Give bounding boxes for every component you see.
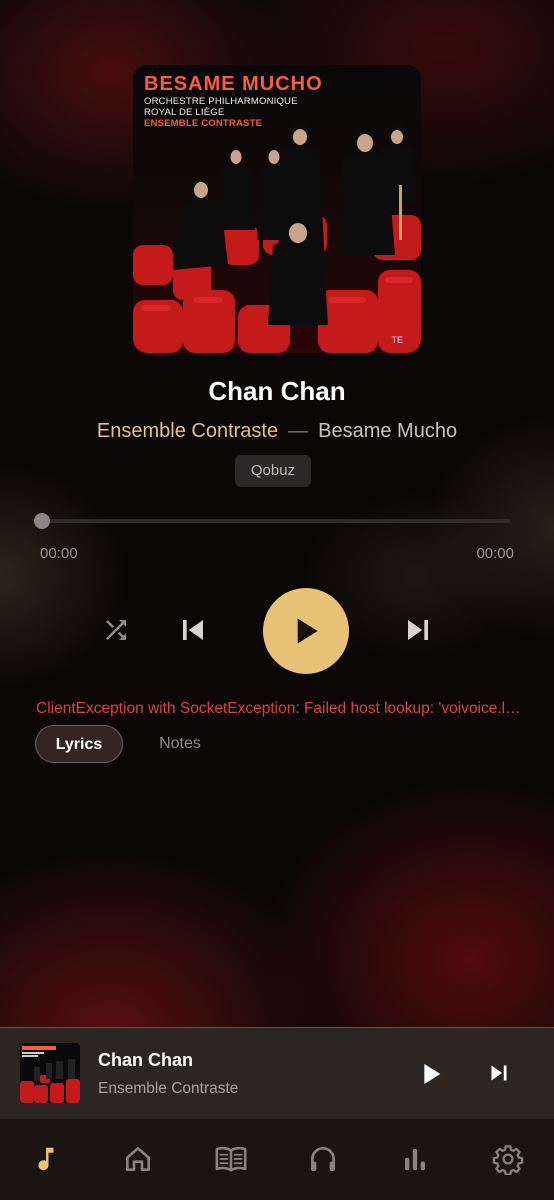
shuffle-icon <box>106 620 126 640</box>
nav-home[interactable] <box>120 1141 156 1177</box>
cover-line-2: ROYAL DE LIÈGE <box>144 107 225 118</box>
artist-album-line: Ensemble Contraste — Besame Mucho <box>0 420 554 443</box>
source-badge: Qobuz <box>235 455 311 487</box>
mini-play-button[interactable] <box>415 1058 447 1090</box>
equalizer-icon <box>405 1149 425 1171</box>
cover-line-3: ENSEMBLE CONTRASTE <box>144 118 263 129</box>
music-note-icon <box>38 1147 54 1171</box>
skip-next-icon <box>491 1065 507 1081</box>
progress-bar[interactable] <box>42 519 510 523</box>
track-title: Chan Chan <box>208 376 346 406</box>
separator: — <box>288 420 309 442</box>
nav-now-playing[interactable] <box>28 1141 64 1177</box>
play-button[interactable] <box>263 588 349 674</box>
tab-notes[interactable]: Notes <box>140 725 220 763</box>
nav-library[interactable] <box>213 1141 249 1177</box>
cover-title: BESAME MUCHO <box>144 73 323 95</box>
artist-link[interactable]: Ensemble Contraste <box>97 420 278 442</box>
library-book-icon <box>215 1146 247 1172</box>
cover-line-1: ORCHESTRE PHILHARMONIQUE <box>144 96 298 107</box>
progress-handle[interactable] <box>34 513 50 529</box>
nav-settings[interactable] <box>490 1141 526 1177</box>
play-icon <box>424 1064 441 1084</box>
bottom-navigation <box>0 1119 554 1200</box>
mini-next-button[interactable] <box>484 1058 516 1090</box>
nav-audio[interactable] <box>305 1141 341 1177</box>
mini-player[interactable]: Chan Chan Ensemble Contraste <box>0 1027 554 1120</box>
tab-lyrics[interactable]: Lyrics <box>35 725 123 763</box>
play-icon <box>297 618 318 644</box>
now-playing-screen: BESAME MUCHO ORCHESTRE PHILHARMONIQUE RO… <box>0 0 554 1200</box>
time-elapsed: 00:00 <box>40 545 78 562</box>
shuffle-button[interactable] <box>98 612 134 648</box>
album-link[interactable]: Besame Mucho <box>318 420 457 442</box>
headphones-icon <box>311 1147 335 1171</box>
settings-gear-icon <box>492 1145 524 1175</box>
mini-player-title: Chan Chan <box>98 1050 194 1070</box>
home-icon <box>126 1147 150 1171</box>
cover-label-mark: TE <box>391 335 403 345</box>
time-total: 00:00 <box>476 545 514 562</box>
skip-previous-icon <box>183 620 203 640</box>
nav-stats[interactable] <box>397 1141 433 1177</box>
album-cover[interactable]: BESAME MUCHO ORCHESTRE PHILHARMONIQUE RO… <box>133 65 421 353</box>
previous-button[interactable] <box>170 607 216 653</box>
lyrics-error-message: ClientException with SocketException: Fa… <box>36 700 522 717</box>
next-button[interactable] <box>395 607 441 653</box>
mini-player-cover <box>20 1043 80 1103</box>
skip-next-icon <box>408 620 428 640</box>
mini-player-artist: Ensemble Contraste <box>98 1080 239 1097</box>
album-cover-text: BESAME MUCHO ORCHESTRE PHILHARMONIQUE RO… <box>144 73 323 129</box>
